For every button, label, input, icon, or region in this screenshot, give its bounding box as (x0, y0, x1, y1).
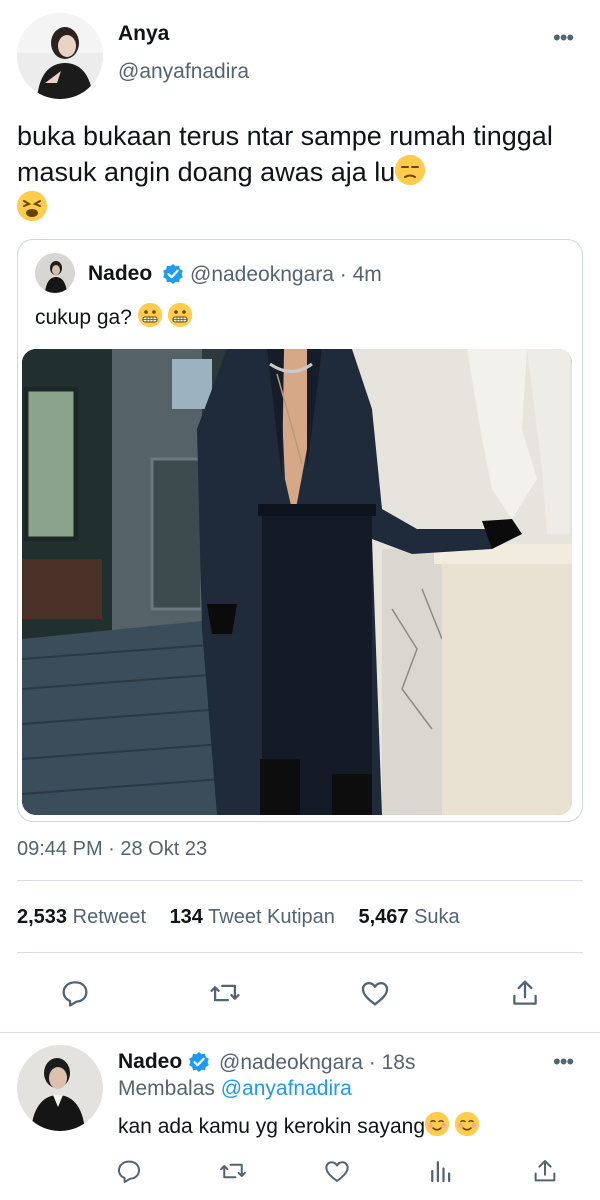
like-icon[interactable] (358, 976, 392, 1010)
divider (17, 952, 583, 953)
more-options-icon[interactable]: ••• (553, 1051, 574, 1073)
quoted-author-handle: @nadeokngara · 4m (190, 263, 382, 286)
reply-author-avatar[interactable] (17, 1045, 103, 1131)
author-handle[interactable]: @anyafnadira (118, 60, 249, 84)
weary-face-icon (17, 191, 47, 221)
reply-author-name[interactable]: Nadeo (118, 1050, 182, 1074)
tweet-stats: 2,533 Retweet 134 Tweet Kutipan 5,467 Su… (17, 906, 460, 929)
tweet-body: buka bukaan terus ntar sampe rumah tingg… (17, 118, 587, 226)
reply-text: kan ada kamu yg kerokin sayang (118, 1115, 426, 1138)
replying-to: Membalas @anyafnadira (118, 1077, 352, 1100)
tweet-timestamp[interactable]: 09:44 PM · 28 Okt 23 (17, 838, 207, 861)
reply-icon[interactable] (58, 976, 92, 1010)
smiling-face-icon (454, 1112, 479, 1136)
grimacing-face-icon (167, 303, 192, 327)
reply-body: kan ada kamu yg kerokin sayang (118, 1112, 479, 1139)
retweet-icon[interactable] (208, 976, 242, 1010)
quoted-author-avatar (35, 253, 75, 293)
tweet-action-bar (0, 970, 600, 1016)
grimacing-face-icon (137, 303, 162, 327)
quoted-author-name: Nadeo (88, 262, 153, 285)
like-count[interactable]: 5,467 Suka (358, 906, 459, 928)
share-icon[interactable] (508, 976, 542, 1010)
divider (0, 1032, 600, 1033)
replying-to-link[interactable]: @anyafnadira (221, 1077, 352, 1100)
quoted-tweet-text: cukup ga? (35, 306, 132, 329)
reply-icon[interactable] (114, 1156, 144, 1186)
verified-badge-icon (188, 1051, 210, 1073)
quoted-media-photo[interactable] (22, 349, 572, 815)
retweet-icon[interactable] (218, 1156, 248, 1186)
more-options-icon[interactable]: ••• (553, 27, 574, 49)
quoted-tweet-body: cukup ga? (35, 303, 192, 330)
analytics-icon[interactable] (426, 1156, 456, 1186)
verified-badge-icon (162, 263, 184, 285)
divider (17, 880, 583, 881)
retweet-count[interactable]: 2,533 Retweet (17, 906, 146, 928)
reply-author-handle[interactable]: @nadeokngara · 18s (219, 1051, 415, 1075)
author-name[interactable]: Anya (118, 22, 169, 46)
quoted-tweet-card[interactable]: Nadeo @nadeokngara · 4m cukup ga? (17, 239, 583, 822)
reply-action-bar (100, 1150, 580, 1194)
author-avatar[interactable] (17, 13, 103, 99)
smiling-face-icon (425, 1112, 450, 1136)
quote-count[interactable]: 134 Tweet Kutipan (170, 906, 335, 928)
like-icon[interactable] (322, 1156, 352, 1186)
tweet-text: buka bukaan terus ntar sampe rumah tingg… (17, 121, 553, 187)
unamused-face-icon (395, 155, 426, 185)
share-icon[interactable] (530, 1156, 560, 1186)
